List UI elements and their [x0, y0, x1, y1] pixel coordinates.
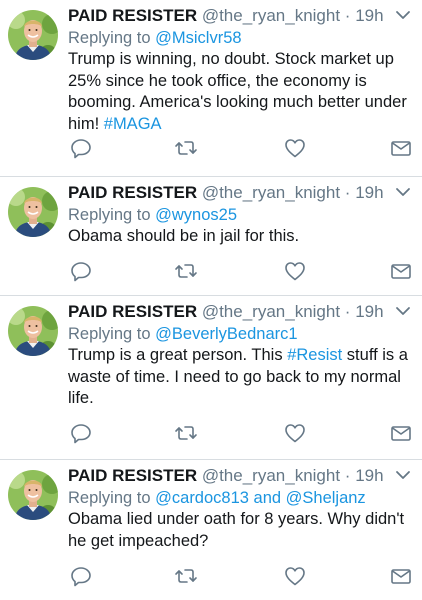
reply-icon[interactable]: [69, 259, 93, 283]
heart-icon[interactable]: [283, 564, 307, 588]
avatar[interactable]: [8, 306, 58, 356]
retweet-icon[interactable]: [174, 136, 198, 160]
replying-prefix: Replying to: [68, 489, 156, 507]
tweet-header: PAID RESISTER @the_ryan_knight · 19h: [68, 180, 384, 206]
replying-to: Replying to @Msiclvr58: [68, 27, 242, 49]
reply-icon[interactable]: [69, 564, 93, 588]
chevron-down-icon[interactable]: [394, 8, 412, 22]
tweet-feed: PAID RESISTER @the_ryan_knight · 19h Rep…: [0, 0, 422, 600]
user-handle[interactable]: @the_ryan_knight: [202, 6, 340, 25]
display-name[interactable]: PAID RESISTER: [68, 466, 197, 485]
replying-prefix: Replying to: [68, 29, 156, 47]
tweet-text: Obama lied under oath for 8 years. Why d…: [68, 509, 413, 552]
tweet-header: PAID RESISTER @the_ryan_knight · 19h: [68, 463, 384, 489]
tweet-header: PAID RESISTER @the_ryan_knight · 19h: [68, 3, 384, 29]
heart-icon[interactable]: [283, 421, 307, 445]
display-name[interactable]: PAID RESISTER: [68, 6, 197, 25]
envelope-icon[interactable]: [389, 421, 413, 445]
separator-dot: ·: [344, 183, 351, 202]
avatar[interactable]: [8, 470, 58, 520]
timestamp[interactable]: 19h: [355, 6, 383, 25]
tweet-text-segment: Obama should be in jail for this.: [68, 227, 300, 245]
replying-to: Replying to @wynos25: [68, 204, 237, 226]
tweet-actions: [0, 421, 422, 445]
user-handle[interactable]: @the_ryan_knight: [202, 183, 340, 202]
tweet[interactable]: PAID RESISTER @the_ryan_knight · 19h Rep…: [0, 0, 422, 176]
envelope-icon[interactable]: [389, 259, 413, 283]
replying-prefix: Replying to: [68, 325, 156, 343]
tweet-header: PAID RESISTER @the_ryan_knight · 19h: [68, 299, 384, 325]
tweet-actions: [0, 564, 422, 588]
chevron-down-icon[interactable]: [394, 185, 412, 199]
replying-to: Replying to @cardoc813 and @Sheljanz: [68, 487, 366, 509]
chevron-down-icon[interactable]: [394, 468, 412, 482]
retweet-icon[interactable]: [174, 259, 198, 283]
retweet-icon[interactable]: [174, 564, 198, 588]
hashtag-link[interactable]: #Resist: [287, 346, 342, 364]
heart-icon[interactable]: [283, 136, 307, 160]
tweet-text: Trump is a great person. This #Resist st…: [68, 345, 413, 410]
separator-dot: ·: [344, 466, 351, 485]
separator-dot: ·: [344, 6, 351, 25]
replying-to-handle[interactable]: @wynos25: [155, 206, 237, 224]
tweet-text: Trump is winning, no doubt. Stock market…: [68, 49, 413, 135]
replying-to: Replying to @BeverlyBednarc1: [68, 323, 298, 345]
tweet[interactable]: PAID RESISTER @the_ryan_knight · 19h Rep…: [0, 296, 422, 459]
tweet[interactable]: PAID RESISTER @the_ryan_knight · 19h Rep…: [0, 460, 422, 600]
replying-prefix: Replying to: [68, 206, 156, 224]
reply-icon[interactable]: [69, 421, 93, 445]
tweet-actions: [0, 259, 422, 283]
timestamp[interactable]: 19h: [355, 183, 383, 202]
replying-to-handle[interactable]: @BeverlyBednarc1: [155, 325, 297, 343]
tweet[interactable]: PAID RESISTER @the_ryan_knight · 19h Rep…: [0, 177, 422, 295]
replying-to-handle[interactable]: @Msiclvr58: [155, 29, 241, 47]
tweet-text-segment: Trump is a great person. This: [68, 346, 288, 364]
envelope-icon[interactable]: [389, 564, 413, 588]
envelope-icon[interactable]: [389, 136, 413, 160]
display-name[interactable]: PAID RESISTER: [68, 302, 197, 321]
retweet-icon[interactable]: [174, 421, 198, 445]
display-name[interactable]: PAID RESISTER: [68, 183, 197, 202]
user-handle[interactable]: @the_ryan_knight: [202, 302, 340, 321]
reply-icon[interactable]: [69, 136, 93, 160]
chevron-down-icon[interactable]: [394, 304, 412, 318]
user-handle[interactable]: @the_ryan_knight: [202, 466, 340, 485]
timestamp[interactable]: 19h: [355, 302, 383, 321]
avatar[interactable]: [8, 187, 58, 237]
tweet-text: Obama should be in jail for this.: [68, 226, 413, 248]
timestamp[interactable]: 19h: [355, 466, 383, 485]
hashtag-link[interactable]: #MAGA: [104, 115, 162, 133]
tweet-actions: [0, 136, 422, 160]
replying-to-handle[interactable]: @cardoc813 and @Sheljanz: [155, 489, 366, 507]
heart-icon[interactable]: [283, 259, 307, 283]
tweet-text-segment: Obama lied under oath for 8 years. Why d…: [68, 510, 405, 550]
avatar[interactable]: [8, 10, 58, 60]
separator-dot: ·: [344, 302, 351, 321]
